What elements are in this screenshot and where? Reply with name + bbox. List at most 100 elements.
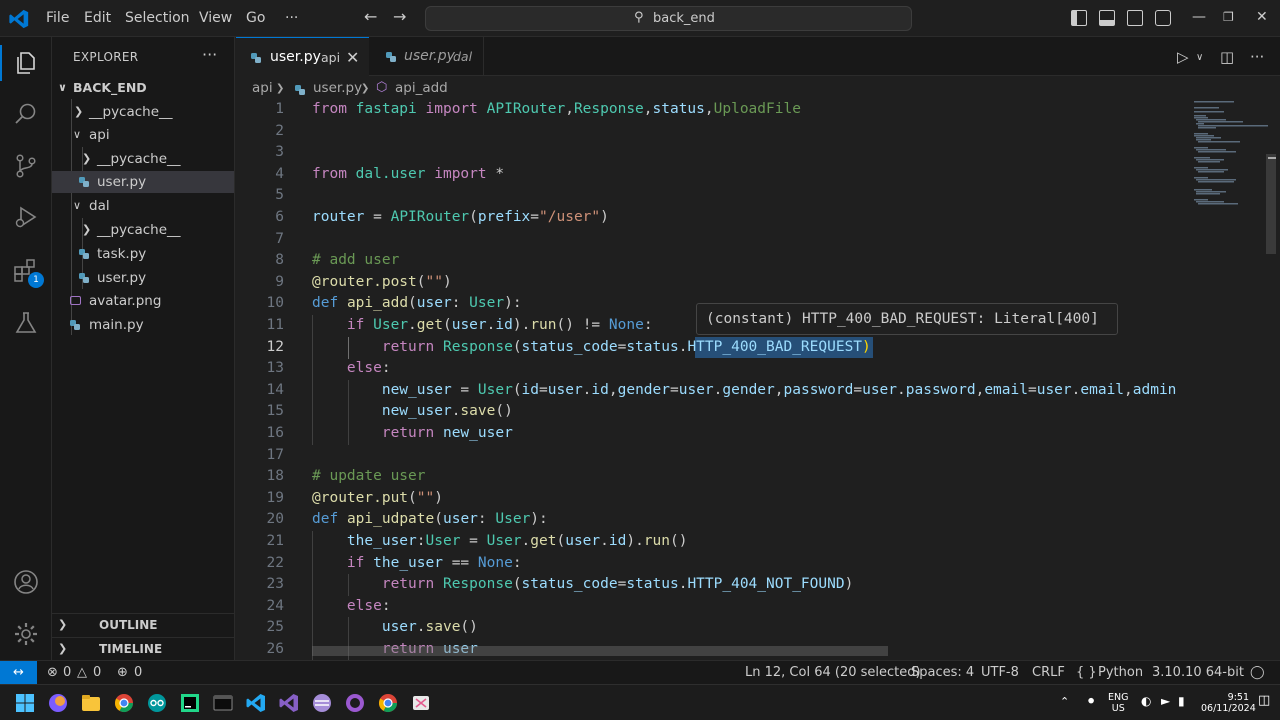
file-explorer-icon[interactable] bbox=[80, 692, 102, 714]
snipping-tool-icon[interactable] bbox=[410, 692, 432, 714]
warning-count[interactable]: 0 bbox=[93, 665, 101, 680]
tree-root-back-end[interactable]: ∨ BACK_END bbox=[52, 77, 234, 99]
line-number: 7 bbox=[275, 230, 284, 247]
language-braces-icon[interactable]: { } bbox=[1076, 665, 1097, 680]
run-debug-icon[interactable] bbox=[12, 203, 40, 231]
tree-item-api-pycache[interactable]: ❯ __pycache__ bbox=[52, 148, 234, 170]
line-number: 1 bbox=[275, 101, 284, 117]
tree-item-api-user-py[interactable]: user.py bbox=[52, 171, 234, 193]
visual-studio-icon[interactable] bbox=[278, 692, 300, 714]
language-mode[interactable]: Python bbox=[1098, 665, 1143, 680]
explorer-icon[interactable] bbox=[0, 45, 40, 81]
forward-arrow-icon[interactable]: → bbox=[393, 7, 406, 26]
vscode-taskbar-icon[interactable] bbox=[245, 692, 267, 714]
tree-item-pycache[interactable]: ❯ __pycache__ bbox=[52, 101, 234, 123]
python-interpreter[interactable]: 3.10.10 64-bit bbox=[1152, 665, 1244, 680]
menu-selection[interactable]: Selection bbox=[125, 10, 190, 26]
line-number: 15 bbox=[266, 403, 284, 420]
outline-section[interactable]: ❯ OUTLINE bbox=[52, 613, 234, 635]
title-bar: File Edit Selection View Go ··· ← → ⚲ ba… bbox=[0, 0, 1280, 37]
indentation[interactable]: Spaces: 4 bbox=[911, 665, 974, 680]
tree-item-task-py[interactable]: task.py bbox=[52, 243, 234, 265]
chrome-icon[interactable] bbox=[113, 692, 135, 714]
code-line-24: else: bbox=[346, 597, 391, 614]
breadcrumb-file[interactable]: user.py bbox=[313, 80, 362, 96]
command-center-search[interactable]: ⚲ back_end bbox=[425, 6, 912, 31]
vertical-scrollbar[interactable] bbox=[1266, 154, 1276, 254]
search-label: back_end bbox=[653, 11, 715, 26]
show-hidden-icons-chevron-icon[interactable]: ⌃ bbox=[1060, 696, 1069, 707]
menu-view[interactable]: View bbox=[199, 10, 232, 26]
breadcrumb-folder[interactable]: api bbox=[252, 80, 273, 96]
toggle-secondary-sidebar-icon[interactable] bbox=[1127, 10, 1143, 26]
tree-item-main-py[interactable]: main.py bbox=[52, 314, 234, 336]
run-python-file-icon[interactable]: ▷ bbox=[1177, 48, 1189, 66]
menu-go[interactable]: Go bbox=[246, 10, 265, 26]
tree-item-avatar-png[interactable]: avatar.png bbox=[52, 290, 234, 312]
testing-flask-icon[interactable] bbox=[12, 309, 40, 337]
menu-file[interactable]: File bbox=[46, 10, 69, 26]
ports-icon[interactable]: ⊕ bbox=[117, 665, 128, 680]
minimap[interactable] bbox=[1190, 99, 1280, 660]
microphone-icon[interactable]: ⚫ bbox=[1086, 695, 1096, 707]
wifi-icon[interactable]: ◐ bbox=[1141, 695, 1151, 707]
error-count[interactable]: 0 bbox=[63, 665, 71, 680]
battery-icon[interactable]: ▮ bbox=[1178, 695, 1185, 707]
source-control-icon[interactable] bbox=[12, 152, 40, 180]
tab-dal-user-py[interactable]: user.py dal bbox=[370, 37, 484, 76]
timeline-section[interactable]: ❯ TIMELINE bbox=[52, 637, 234, 659]
extensions-badge: 1 bbox=[28, 272, 44, 288]
line-ending[interactable]: CRLF bbox=[1032, 665, 1065, 680]
volume-icon[interactable]: ► bbox=[1161, 695, 1170, 707]
pycharm-icon[interactable] bbox=[179, 692, 201, 714]
tree-item-dal-folder[interactable]: ∨ dal bbox=[52, 195, 234, 217]
remote-connection-icon[interactable]: ↔ bbox=[0, 661, 37, 685]
minimize-icon[interactable]: — bbox=[1192, 9, 1206, 25]
clock[interactable]: 9:51 06/11/2024 bbox=[1201, 692, 1256, 714]
vscode-logo-icon[interactable] bbox=[8, 8, 30, 30]
back-arrow-icon[interactable]: ← bbox=[364, 7, 377, 26]
github-desktop-icon[interactable] bbox=[344, 692, 366, 714]
split-editor-icon[interactable]: ◫ bbox=[1220, 48, 1234, 66]
tree-item-api-folder[interactable]: ∨ api bbox=[52, 124, 234, 146]
tree-item-dal-user-py[interactable]: user.py bbox=[52, 267, 234, 289]
code-editor[interactable]: 1 2 3 4 5 6 7 8 9 10 11 12 13 14 15 16 17 18 19 20 21 22 23 24 2… bbox=[236, 99, 1280, 660]
editor-more-icon[interactable]: ··· bbox=[1250, 48, 1264, 66]
browser-app-icon[interactable] bbox=[311, 692, 333, 714]
toggle-panel-icon[interactable] bbox=[1099, 10, 1115, 26]
account-icon[interactable] bbox=[12, 568, 40, 596]
chrome-profile-icon[interactable] bbox=[377, 692, 399, 714]
file-encoding[interactable]: UTF-8 bbox=[981, 665, 1019, 680]
copilot-icon[interactable] bbox=[47, 692, 69, 714]
terminal-icon[interactable] bbox=[212, 692, 234, 714]
customize-layout-icon[interactable] bbox=[1155, 10, 1171, 26]
warning-icon[interactable]: △ bbox=[77, 665, 87, 680]
code-line-16: return new_user bbox=[381, 425, 513, 441]
restore-icon[interactable]: ❐ bbox=[1223, 10, 1234, 24]
search-icon[interactable] bbox=[12, 100, 40, 128]
run-dropdown-chevron-icon[interactable]: ∨ bbox=[1196, 52, 1203, 63]
tab-api-user-py[interactable]: user.py api ✕ bbox=[236, 37, 369, 76]
horizontal-scrollbar[interactable] bbox=[312, 646, 888, 656]
errors-icon[interactable]: ⊗ bbox=[47, 665, 58, 680]
explorer-more-icon[interactable]: ··· bbox=[202, 45, 217, 64]
toggle-primary-sidebar-icon[interactable] bbox=[1071, 10, 1087, 26]
input-language[interactable]: ENG US bbox=[1108, 692, 1128, 714]
extensions-icon[interactable]: 1 bbox=[12, 257, 44, 288]
chevron-right-icon: ❯ bbox=[58, 642, 68, 655]
notification-center-icon[interactable]: ◫ bbox=[1258, 694, 1270, 707]
notifications-bell-icon[interactable]: ◯ bbox=[1250, 665, 1265, 680]
code-line-11: if User.get(user.id).run() != None: bbox=[346, 317, 653, 333]
menu-more-icon[interactable]: ··· bbox=[285, 10, 298, 26]
close-window-icon[interactable]: ✕ bbox=[1256, 9, 1268, 25]
arduino-icon[interactable] bbox=[146, 692, 168, 714]
ports-count[interactable]: 0 bbox=[134, 665, 142, 680]
cursor-position[interactable]: Ln 12, Col 64 (20 selected) bbox=[745, 665, 921, 680]
close-tab-icon[interactable]: ✕ bbox=[346, 38, 359, 77]
menu-edit[interactable]: Edit bbox=[84, 10, 111, 26]
settings-gear-icon[interactable] bbox=[12, 620, 40, 648]
breadcrumb-symbol[interactable]: api_add bbox=[395, 80, 448, 96]
windows-start-icon[interactable] bbox=[14, 692, 36, 714]
tree-item-dal-pycache[interactable]: ❯ __pycache__ bbox=[52, 219, 234, 241]
line-number: 20 bbox=[266, 511, 284, 528]
